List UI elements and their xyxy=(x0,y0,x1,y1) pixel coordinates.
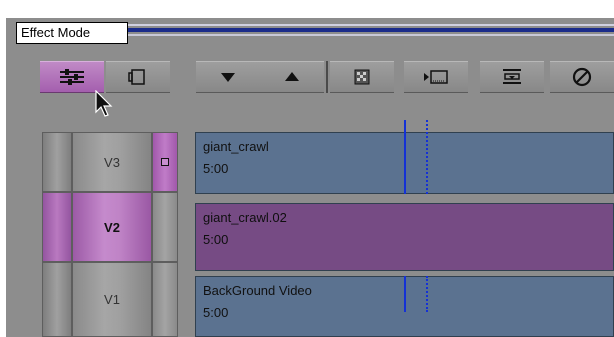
toolbar-divider xyxy=(326,61,328,93)
track-label: V1 xyxy=(104,292,120,307)
effect-mode-button[interactable] xyxy=(40,61,104,93)
cut-marker-solid xyxy=(404,276,406,312)
remove-effect-icon xyxy=(572,67,592,87)
track-v1-lock[interactable] xyxy=(152,262,178,337)
clip-duration: 5:00 xyxy=(203,161,229,176)
step-in-button[interactable] xyxy=(404,61,468,93)
previous-button[interactable] xyxy=(196,61,260,93)
titlebar-stripe xyxy=(128,28,614,32)
step-in-icon xyxy=(424,70,448,84)
clip-duration: 5:00 xyxy=(203,232,229,247)
track-label: V2 xyxy=(104,219,120,235)
render-effect-button[interactable] xyxy=(330,61,394,93)
titlebar-stripe xyxy=(128,24,614,26)
track-v3-lock[interactable] xyxy=(152,132,178,192)
cut-marker-dotted xyxy=(426,120,428,194)
clip-v2[interactable]: giant_crawl.02 5:00 xyxy=(195,203,614,271)
triangle-up-icon xyxy=(285,72,299,81)
monitor-frame-icon xyxy=(128,69,145,85)
track-v1-edge xyxy=(42,262,72,337)
cut-marker-dotted xyxy=(426,276,428,312)
track-v2-lock[interactable] xyxy=(152,192,178,262)
track-v2-edge xyxy=(42,192,72,262)
lock-indicator-icon xyxy=(161,158,169,166)
next-button[interactable] xyxy=(260,61,324,93)
effect-mode-sliders-icon xyxy=(60,69,84,85)
track-v2-button[interactable]: V2 xyxy=(72,192,152,262)
cut-marker-solid xyxy=(404,120,406,194)
mark-clip-icon xyxy=(503,69,521,84)
track-v3-edge xyxy=(42,132,72,192)
track-v1-button[interactable]: V1 xyxy=(72,262,152,337)
clip-name: BackGround Video xyxy=(203,283,312,298)
window-title: Effect Mode xyxy=(16,22,128,44)
render-effect-icon xyxy=(354,69,370,85)
track-label: V3 xyxy=(104,154,120,170)
remove-effect-button[interactable] xyxy=(550,61,614,93)
clip-name: giant_crawl.02 xyxy=(203,210,287,225)
titlebar-stripe xyxy=(128,34,614,36)
monitor-button[interactable] xyxy=(106,61,170,93)
triangle-down-icon xyxy=(221,73,235,82)
clip-duration: 5:00 xyxy=(203,305,229,320)
clip-name: giant_crawl xyxy=(203,139,269,154)
track-v3-button[interactable]: V3 xyxy=(72,132,152,192)
mouse-cursor-icon xyxy=(95,90,113,117)
mark-clip-button[interactable] xyxy=(480,61,544,93)
